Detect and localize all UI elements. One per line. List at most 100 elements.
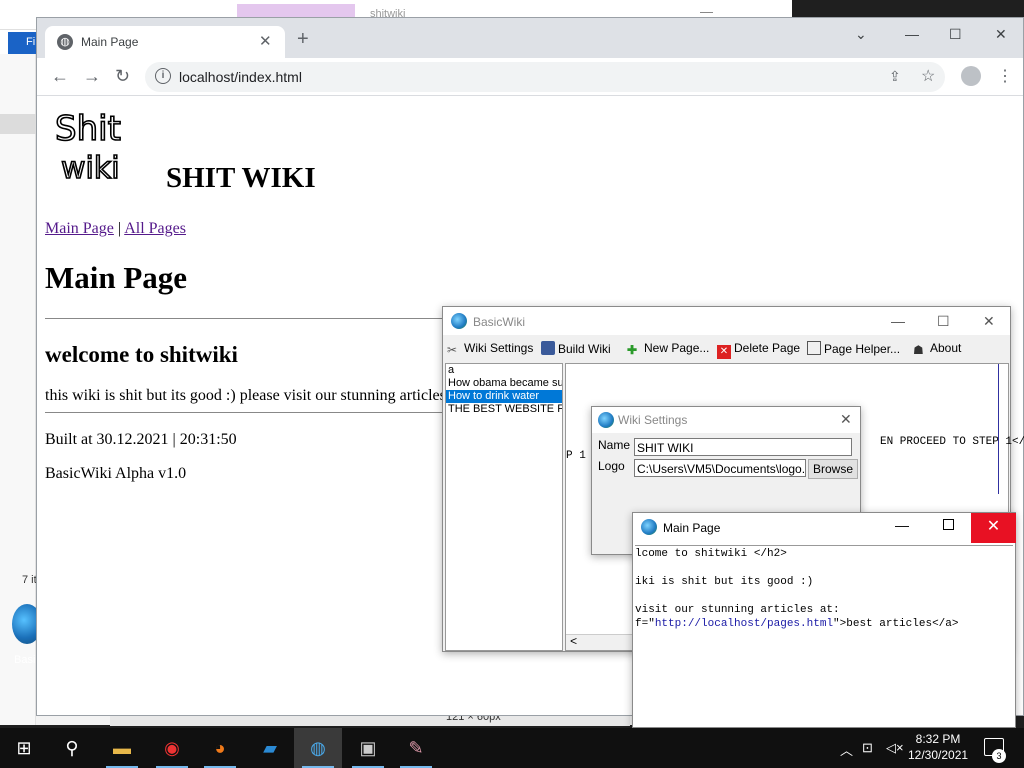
scroll-left-icon[interactable]: < [570, 635, 577, 649]
share-icon[interactable]: ⇪ [889, 68, 901, 85]
file-explorer-icon[interactable]: ▬ [98, 728, 146, 768]
html-source-editor[interactable]: lcome to shitwiki </h2> iki is shit but … [635, 545, 1013, 727]
editor-margin-line [998, 364, 999, 494]
dialog-title: Wiki Settings [618, 413, 688, 427]
body-paragraph: this wiki is shit but its good :) please… [45, 387, 446, 404]
globe-icon [641, 519, 657, 535]
editor-text: P 1 [566, 450, 586, 462]
chevron-down-icon[interactable]: ⌄ [855, 26, 867, 43]
address-bar[interactable]: i localhost/index.html ⇪ ☆ [145, 62, 945, 92]
delete-page-button[interactable]: ✕ Delete Page [717, 341, 800, 359]
list-item[interactable]: THE BEST WEBSITE F [446, 403, 562, 416]
new-tab-icon[interactable]: + [297, 29, 309, 49]
minimize-icon[interactable]: — [895, 517, 909, 533]
name-field[interactable]: SHIT WIKI [634, 438, 852, 456]
window-title: BasicWiki [473, 315, 526, 329]
volume-muted-icon[interactable]: ◁× [886, 740, 904, 756]
browser-tab[interactable]: ◍ Main Page ✕ [45, 26, 285, 58]
tab-title: Main Page [81, 35, 139, 49]
editor-text: EN PROCEED TO STEP 1</ [880, 436, 1024, 448]
system-clock[interactable]: 8:32 PM 12/30/2021 [908, 731, 968, 763]
about-button[interactable]: ☗ About [913, 341, 961, 357]
browse-button[interactable]: Browse [808, 459, 858, 479]
main-page-titlebar: Main Page — ✕ [633, 513, 1016, 543]
version-text: BasicWiki Alpha v1.0 [45, 465, 187, 482]
code-line: visit our stunning articles at: [635, 604, 840, 616]
close-icon[interactable]: ✕ [840, 411, 852, 428]
terminal-icon[interactable]: ▣ [344, 728, 392, 768]
minimize-icon[interactable]: — [891, 313, 905, 329]
close-button[interactable]: ✕ [971, 513, 1016, 543]
clock-time: 8:32 PM [915, 732, 961, 746]
info-icon[interactable]: i [155, 68, 171, 84]
name-label: Name [598, 438, 631, 452]
window-title: Main Page [663, 521, 721, 535]
logo-path-field[interactable]: C:\Users\VM5\Documents\logo.pn [634, 459, 806, 477]
build-wiki-button[interactable]: Build Wiki [541, 341, 611, 356]
logo-label: Logo [598, 459, 625, 473]
windows-start-icon[interactable]: ⊞ [0, 728, 48, 768]
page-list[interactable]: a How obama became su How to drink water… [445, 363, 563, 651]
explorer-file-tab[interactable]: Fi [8, 32, 38, 54]
app-icon[interactable]: ▰ [246, 728, 294, 768]
tab-close-icon[interactable]: ✕ [259, 32, 272, 50]
new-page-button[interactable]: ✚ New Page... [627, 341, 709, 357]
plus-icon: ✚ [627, 343, 638, 357]
maximize-icon[interactable]: ☐ [949, 26, 962, 43]
close-icon[interactable]: ✕ [983, 313, 995, 330]
search-icon[interactable]: ⚲ [48, 728, 96, 768]
firefox-icon[interactable]: ◕ [196, 728, 244, 768]
nav-link-all-pages[interactable]: All Pages [124, 220, 186, 237]
globe-icon: ◍ [57, 34, 73, 50]
code-line-link: f="http://localhost/pages.html">best art… [635, 618, 959, 630]
chrome-icon[interactable]: ◉ [148, 728, 196, 768]
list-item[interactable]: a [446, 364, 562, 377]
maximize-icon[interactable] [943, 519, 954, 530]
back-icon[interactable]: ← [51, 66, 69, 87]
close-icon[interactable]: ✕ [995, 26, 1007, 43]
paint-icon[interactable]: ✎ [392, 728, 440, 768]
save-icon [541, 341, 555, 355]
notification-badge: 3 [992, 749, 1006, 763]
wiki-settings-button[interactable]: ✂ Wiki Settings [447, 341, 533, 357]
profile-avatar-icon[interactable] [961, 66, 981, 86]
globe-icon [451, 313, 467, 329]
basicwiki-taskbar-icon[interactable]: ◍ [294, 728, 342, 768]
main-page-editor-window: Main Page — ✕ lcome to shitwiki </h2> ik… [632, 512, 1016, 728]
chevron-up-icon[interactable]: ︿ [840, 740, 853, 759]
minimize-icon[interactable]: — [905, 26, 919, 42]
browser-toolbar: ← → ↻ i localhost/index.html ⇪ ☆ ⋮ [37, 58, 1023, 96]
about-icon: ☗ [913, 343, 924, 357]
delete-icon: ✕ [717, 345, 731, 359]
page-helper-button[interactable]: Page Helper... [807, 341, 900, 356]
helper-icon [807, 341, 821, 355]
desktop-icon-label: Basi [14, 654, 36, 666]
list-item[interactable]: How obama became su [446, 377, 562, 390]
wiki-logo: Shit wiki [54, 108, 122, 186]
kebab-menu-icon[interactable]: ⋮ [997, 66, 1013, 86]
tools-icon: ✂ [447, 343, 458, 357]
reload-icon[interactable]: ↻ [115, 66, 130, 87]
site-title: SHIT WIKI [166, 162, 316, 194]
clock-date: 12/30/2021 [908, 748, 969, 762]
svg-text:wiki: wiki [61, 151, 120, 186]
code-line: iki is shit but its good :) [635, 576, 814, 588]
svg-text:Shit: Shit [55, 109, 121, 149]
page-heading: Main Page [45, 260, 188, 295]
url-text[interactable]: localhost/index.html [179, 69, 302, 85]
taskbar: ⊞ ⚲ ▬ ◉ ◕ ▰ ◍ ▣ ✎ ︿ ⊡ ◁× 8:32 PM 12/30/2… [0, 728, 1024, 768]
bookmark-star-icon[interactable]: ☆ [921, 66, 935, 86]
tab-strip: ◍ Main Page ✕ + ⌄ — ☐ ✕ [37, 18, 1023, 58]
built-timestamp: Built at 30.12.2021 | 20:31:50 [45, 431, 237, 448]
nav-links: Main Page | All Pages [45, 220, 186, 238]
maximize-icon[interactable]: ☐ [937, 313, 950, 330]
nav-link-main-page[interactable]: Main Page [45, 220, 114, 237]
forward-icon[interactable]: → [83, 66, 101, 87]
network-icon[interactable]: ⊡ [862, 740, 873, 756]
basicwiki-titlebar: BasicWiki — ☐ ✕ [443, 307, 1010, 335]
nav-separator: | [117, 220, 122, 237]
wiki-settings-titlebar: Wiki Settings ✕ [592, 407, 860, 433]
explorer-status: 7 it [22, 574, 37, 586]
basicwiki-toolbar: ✂ Wiki Settings Build Wiki ✚ New Page... ✕… [443, 337, 1010, 361]
list-item-selected[interactable]: How to drink water [446, 390, 562, 403]
